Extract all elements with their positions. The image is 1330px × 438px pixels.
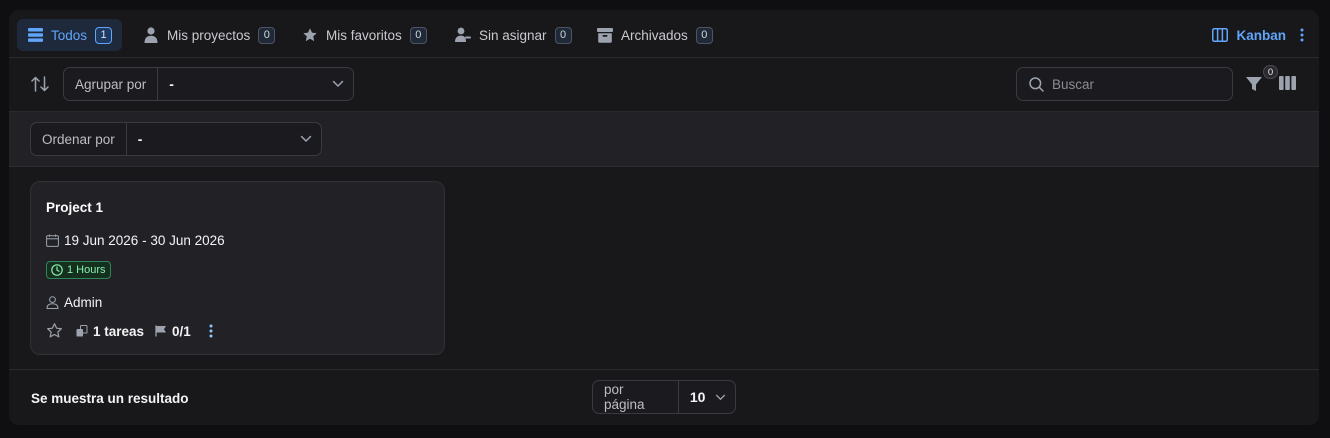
user-icon [46, 296, 59, 309]
clock-icon [51, 264, 63, 276]
card-actions: 1 tareas 0/1 [46, 322, 216, 340]
toolbar: Agrupar por - 0 [9, 58, 1319, 112]
per-page-select[interactable]: por página 10 [592, 380, 736, 414]
favorite-star-button[interactable] [46, 322, 64, 340]
user-minus-icon [455, 27, 471, 43]
tab-label: Archivados [621, 27, 688, 43]
tab-count-badge: 0 [695, 26, 713, 44]
card-menu-button[interactable] [206, 322, 216, 340]
chevron-down-icon [291, 135, 321, 143]
kanban-view-button[interactable]: Kanban [1212, 19, 1286, 51]
star-outline-icon [47, 323, 62, 338]
tab-label: Mis proyectos [167, 27, 251, 43]
date-range: 19 Jun 2026 - 30 Jun 2026 [64, 233, 225, 248]
kebab-icon [209, 324, 213, 338]
order-by-value: - [137, 131, 143, 147]
columns-icon [1212, 28, 1229, 42]
tab-archivados[interactable]: Archivados 0 [587, 19, 723, 51]
user-icon [143, 27, 159, 43]
tab-label: Todos [51, 27, 88, 43]
list-icon [27, 27, 43, 43]
tab-bar: Todos 1 Mis proyectos 0 Mis favoritos 0 … [9, 10, 1319, 58]
tab-count-badge: 0 [554, 26, 572, 44]
more-options-button[interactable] [1297, 26, 1307, 44]
per-page-value: 10 [689, 389, 706, 405]
group-by-label: Agrupar por [64, 68, 159, 100]
result-count-text: Se muestra un resultado [31, 391, 189, 406]
tab-count-badge: 0 [409, 26, 427, 44]
hours-value: 1 Hours [67, 264, 106, 276]
tasks-icon [76, 325, 88, 337]
project-dates: 19 Jun 2026 - 30 Jun 2026 [46, 233, 225, 248]
kanban-label: Kanban [1236, 27, 1286, 43]
columns-icon [1279, 76, 1296, 90]
tab-mis-favoritos[interactable]: Mis favoritos 0 [292, 19, 437, 51]
search-box[interactable] [1016, 67, 1233, 101]
filter-icon [1246, 77, 1262, 91]
pagination-footer: Se muestra un resultado por página 10 [9, 369, 1319, 425]
search-input[interactable] [1052, 76, 1222, 92]
project-card[interactable]: Project 1 19 Jun 2026 - 30 Jun 2026 1 Ho… [30, 181, 445, 355]
assignee-name: Admin [64, 295, 103, 310]
search-icon [1029, 76, 1044, 92]
archive-icon [597, 27, 613, 43]
projects-panel: Todos 1 Mis proyectos 0 Mis favoritos 0 … [9, 10, 1319, 425]
milestones-count: 0/1 [155, 324, 191, 339]
kebab-icon [1300, 28, 1304, 42]
chevron-down-icon [705, 394, 735, 401]
tasks-count: 1 tareas [76, 324, 144, 339]
milestones-label: 0/1 [172, 323, 191, 339]
column-settings-button[interactable] [1279, 76, 1297, 92]
sort-direction-button[interactable] [31, 75, 49, 93]
order-by-select[interactable]: Ordenar por - [30, 122, 322, 156]
project-title[interactable]: Project 1 [46, 200, 103, 215]
sort-arrows-icon [31, 76, 49, 92]
per-page-label: por página [593, 381, 679, 413]
filter-button[interactable] [1245, 75, 1265, 95]
star-icon [302, 27, 318, 43]
flag-icon [155, 325, 167, 337]
tab-sin-asignar[interactable]: Sin asignar 0 [445, 19, 582, 51]
tasks-label: 1 tareas [93, 323, 145, 339]
tab-mis-proyectos[interactable]: Mis proyectos 0 [133, 19, 285, 51]
hours-badge: 1 Hours [46, 261, 111, 279]
project-assignee: Admin [46, 295, 102, 310]
filter-count-badge: 0 [1263, 65, 1278, 79]
tab-count-badge: 1 [95, 26, 113, 44]
tab-label: Mis favoritos [326, 27, 402, 43]
order-by-label: Ordenar por [31, 123, 127, 155]
tab-todos[interactable]: Todos 1 [17, 19, 123, 51]
group-by-value: - [169, 76, 174, 92]
group-by-select[interactable]: Agrupar por - [63, 67, 354, 101]
calendar-icon [46, 234, 59, 247]
chevron-down-icon [323, 80, 353, 88]
tab-count-badge: 0 [258, 26, 276, 44]
sort-row: Ordenar por - [9, 112, 1319, 167]
tab-label: Sin asignar [479, 27, 547, 43]
